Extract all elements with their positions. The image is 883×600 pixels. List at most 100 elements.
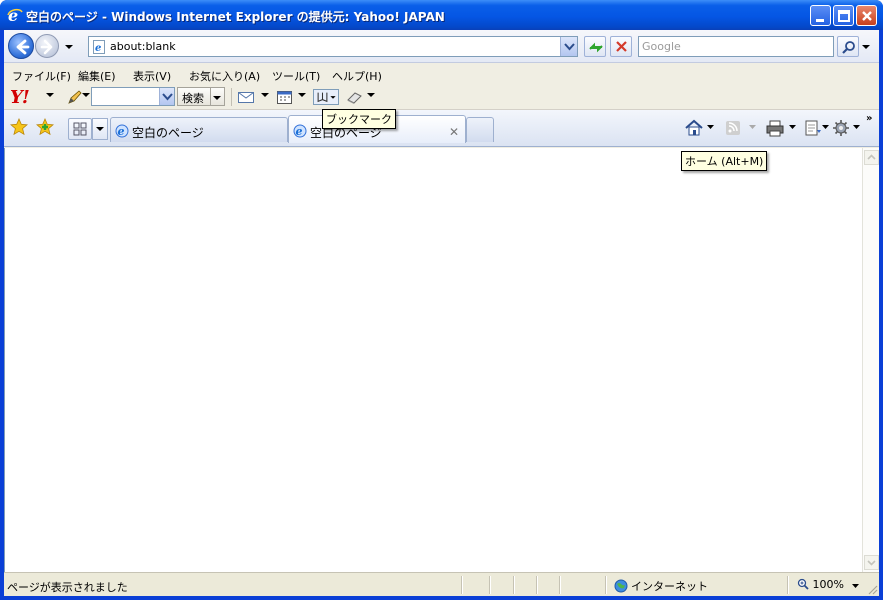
forward-button[interactable] — [35, 34, 59, 58]
svg-text:e: e — [118, 125, 125, 138]
zoom-level[interactable]: 100% — [797, 578, 844, 591]
zone-label: インターネット — [631, 580, 708, 593]
yahoo-search-button[interactable]: 検索 — [177, 87, 225, 106]
ie-page-icon: e — [115, 124, 129, 138]
refresh-button[interactable] — [584, 36, 606, 57]
chevron-down-icon — [867, 560, 876, 566]
favorites-star-icon[interactable] — [10, 118, 28, 136]
arrow-right-icon — [40, 39, 53, 55]
zoom-dropdown-icon[interactable] — [852, 584, 859, 589]
resize-grip-icon[interactable] — [866, 583, 878, 595]
more-commands-icon[interactable]: » — [866, 113, 872, 124]
globe-icon — [614, 579, 628, 593]
grid-icon — [73, 122, 87, 136]
add-favorite-icon[interactable] — [36, 118, 54, 136]
ie-logo-icon: e — [6, 6, 24, 25]
quick-tabs-button[interactable] — [68, 118, 92, 140]
new-tab-button[interactable] — [466, 117, 494, 142]
address-toolbar: e about:blank — [4, 30, 879, 63]
yahoo-search-field[interactable] — [91, 87, 175, 106]
feeds-icon[interactable] — [723, 119, 743, 137]
window-title: 空白のページ - Windows Internet Explorer の提供元:… — [26, 10, 445, 24]
print-icon[interactable] — [765, 119, 785, 137]
mail-icon[interactable] — [237, 89, 255, 105]
print-dropdown-icon[interactable] — [789, 125, 796, 130]
status-bar: ページが表示されました インターネット 100% — [4, 572, 879, 596]
svg-text:e: e — [95, 43, 101, 54]
page-menu-icon[interactable] — [803, 119, 823, 137]
recent-pages-dropdown-icon[interactable] — [64, 42, 74, 52]
eraser-icon[interactable] — [346, 89, 364, 105]
menu-edit[interactable]: 編集(E) — [78, 68, 116, 84]
calendar-dropdown-icon[interactable] — [298, 91, 306, 99]
ie-page-icon: e — [293, 124, 307, 138]
svg-text:e: e — [296, 125, 303, 138]
status-text: ページが表示されました — [7, 581, 128, 594]
pencil-dropdown-icon[interactable] — [82, 91, 90, 99]
stop-button[interactable] — [610, 36, 632, 57]
yahoo-logo[interactable]: Y! — [10, 87, 30, 108]
title-bar[interactable]: e 空白のページ - Windows Internet Explorer の提供… — [0, 0, 883, 30]
bookmark-tooltip: ブックマーク — [322, 109, 396, 129]
page-content[interactable] — [4, 148, 862, 572]
search-field[interactable] — [638, 36, 834, 57]
arrow-left-icon — [16, 39, 30, 55]
page-dropdown-icon[interactable] — [822, 125, 829, 130]
scroll-up-button[interactable] — [864, 150, 879, 165]
yahoo-toolbar: Y! 検索 — [4, 84, 879, 110]
bookmark-icon[interactable] — [313, 89, 339, 105]
status-divider — [605, 576, 606, 594]
menu-view[interactable]: 表示(V) — [133, 68, 171, 84]
status-divider — [513, 576, 514, 594]
tab-blank-page-1[interactable]: e 空白のページ — [110, 117, 288, 142]
home-icon[interactable] — [684, 119, 704, 137]
caret-down-icon — [96, 127, 104, 131]
eraser-dropdown-icon[interactable] — [367, 91, 375, 99]
home-dropdown-icon[interactable] — [707, 125, 714, 130]
search-button[interactable] — [837, 36, 859, 57]
button-divider — [210, 88, 211, 105]
refresh-icon — [589, 42, 603, 53]
close-window-button[interactable] — [856, 5, 877, 26]
status-divider — [559, 576, 560, 594]
chevron-down-icon — [162, 93, 173, 101]
home-tooltip: ホーム (Alt+M) — [681, 151, 768, 171]
menu-help[interactable]: ヘルプ(H) — [332, 68, 382, 84]
chevron-up-icon — [867, 154, 876, 160]
page-icon: e — [93, 40, 105, 54]
search-options-dropdown-icon[interactable] — [861, 42, 871, 52]
minimize-button[interactable] — [810, 5, 831, 26]
maximize-button[interactable] — [833, 5, 854, 26]
status-divider — [461, 576, 462, 594]
tab-list-button[interactable] — [92, 118, 108, 140]
zoom-magnifier-icon — [797, 578, 809, 590]
vertical-scrollbar[interactable] — [862, 148, 879, 572]
menu-favorites[interactable]: お気に入り(A) — [189, 68, 260, 84]
security-zone[interactable]: インターネット — [614, 578, 708, 594]
browser-window: e 空白のページ - Windows Internet Explorer の提供… — [0, 0, 883, 600]
status-divider — [787, 576, 788, 594]
feeds-dropdown-icon[interactable] — [749, 125, 756, 130]
status-divider — [536, 576, 537, 594]
yahoo-menu-dropdown-icon[interactable] — [46, 91, 54, 99]
menu-bar: ファイル(F) 編集(E) 表示(V) お気に入り(A) ツール(T) ヘルプ(… — [4, 64, 879, 84]
address-dropdown-button[interactable] — [560, 37, 577, 56]
menu-tools[interactable]: ツール(T) — [272, 68, 320, 84]
address-text[interactable]: about:blank — [110, 40, 176, 53]
tab-label: 空白のページ — [132, 126, 204, 140]
yahoo-search-dropdown[interactable] — [159, 88, 174, 105]
tools-dropdown-icon[interactable] — [853, 125, 860, 130]
browser-client-area: e about:blank Google ファイル(F) 編集(E) 表示(V)… — [4, 30, 879, 596]
search-input[interactable] — [642, 38, 832, 55]
menu-file[interactable]: ファイル(F) — [12, 68, 71, 84]
close-tab-icon[interactable]: ✕ — [449, 125, 459, 139]
caret-down-icon[interactable] — [213, 94, 221, 102]
address-field[interactable]: e about:blank — [88, 36, 578, 57]
tools-gear-icon[interactable] — [832, 119, 852, 137]
yahoo-search-label: 検索 — [182, 92, 204, 105]
toolbar-divider — [231, 88, 232, 106]
mail-dropdown-icon[interactable] — [261, 91, 269, 99]
back-button[interactable] — [8, 33, 34, 59]
calendar-icon[interactable] — [276, 89, 294, 105]
scroll-down-button[interactable] — [864, 555, 879, 570]
